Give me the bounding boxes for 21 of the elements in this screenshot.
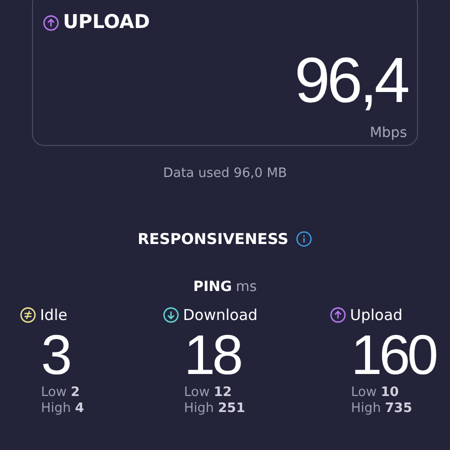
speed-value: 96,4 <box>294 48 407 112</box>
ping-heading: PING <box>193 278 232 296</box>
card-title: UPLOAD <box>63 13 150 32</box>
info-icon[interactable] <box>296 231 312 248</box>
data-used-text: Data used 96,0 MB <box>163 166 287 181</box>
ping-label: Download <box>183 304 258 326</box>
low-value: Low 10 <box>350 385 400 401</box>
ping-value: 160 <box>351 328 436 382</box>
idle-icon <box>20 306 36 323</box>
high-value: High 735 <box>350 400 414 416</box>
ping-unit: ms <box>236 278 257 296</box>
section-heading: RESPONSIVENESS <box>138 229 288 250</box>
ping-label: Idle <box>40 304 68 326</box>
low-value: Low 2 <box>40 385 81 401</box>
low-value: Low 12 <box>183 385 233 401</box>
high-value: High 251 <box>183 400 246 416</box>
high-value: High 4 <box>40 400 86 416</box>
ping-label: Upload <box>350 304 403 326</box>
speed-unit: Mbps <box>370 125 407 141</box>
ping-value: 18 <box>184 328 240 382</box>
ping-value: 3 <box>41 328 70 382</box>
